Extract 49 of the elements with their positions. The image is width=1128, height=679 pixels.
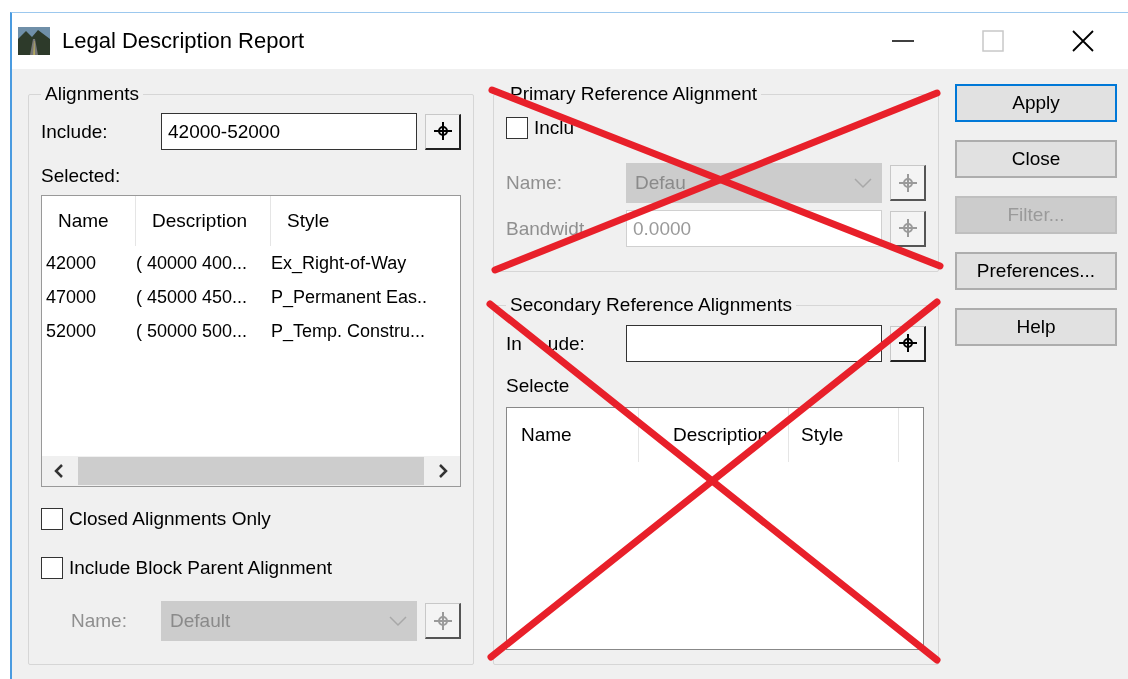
group-legend: Secondary Reference Alignments [506, 294, 796, 316]
column-header[interactable]: Name [42, 196, 136, 246]
table-cell-text: Ex_Right-of-Way [271, 252, 408, 274]
name-label: Name: [70, 610, 128, 632]
name-label: Name: [506, 172, 563, 194]
table-cell-text: ( 50000 500... [136, 320, 249, 342]
column-header[interactable]: Description [136, 196, 271, 246]
crosshair-icon [898, 173, 917, 192]
column-header[interactable]: Style [789, 408, 899, 462]
include-label: Include: [41, 120, 109, 143]
checkbox[interactable] [41, 508, 63, 530]
checkbox-label: Inclu [534, 117, 575, 139]
dialog-button[interactable]: Close [955, 140, 1117, 178]
checkbox-label: Include Block Parent Alignment [69, 557, 332, 579]
include-field[interactable]: 42000-52000 [161, 113, 417, 150]
table-cell-text: 52000 [45, 320, 98, 342]
column-header[interactable]: Style [271, 196, 460, 246]
crosshair-icon [898, 334, 917, 352]
include-label: In [506, 332, 522, 354]
crosshair-icon [898, 219, 917, 237]
dialog-button[interactable]: Apply [955, 84, 1117, 122]
checkbox-label: Closed Alignments Only [69, 508, 271, 530]
chevron-down-icon [388, 615, 408, 627]
chevron-down-icon [853, 177, 873, 189]
crosshair-icon [433, 611, 452, 630]
group-legend: Primary Reference Alignment [506, 83, 762, 105]
table-cell-text: 42000 [45, 252, 98, 274]
table-cell-text: P_Temp. Constru... [271, 320, 427, 342]
dialog-button[interactable]: Preferences... [955, 252, 1117, 290]
table-cell-text: P_Permanent Eas.. [271, 286, 429, 308]
column-header[interactable]: Description [639, 408, 789, 462]
column-header[interactable]: Name [507, 408, 639, 462]
table-cell-text: ( 40000 400... [136, 252, 249, 274]
dialog-button[interactable]: Help [955, 308, 1117, 346]
selected-label: Selecte [506, 375, 570, 396]
group-legend: Alignments [41, 83, 143, 105]
pick-button[interactable] [425, 113, 461, 150]
include-label: ude: [547, 332, 585, 354]
include-field[interactable] [626, 325, 882, 362]
close-icon[interactable] [1072, 30, 1094, 52]
checkbox[interactable] [41, 557, 63, 579]
table-cell-text: 47000 [45, 286, 98, 308]
window-title: Legal Description Report [62, 28, 306, 54]
selected-label: Selected: [41, 165, 121, 186]
bandwidth-label: Bandwidt [506, 217, 586, 240]
table-cell-text: ( 45000 450... [136, 286, 249, 308]
crosshair-icon [433, 122, 452, 140]
scrollbar[interactable] [42, 456, 460, 486]
road-icon [18, 27, 50, 55]
